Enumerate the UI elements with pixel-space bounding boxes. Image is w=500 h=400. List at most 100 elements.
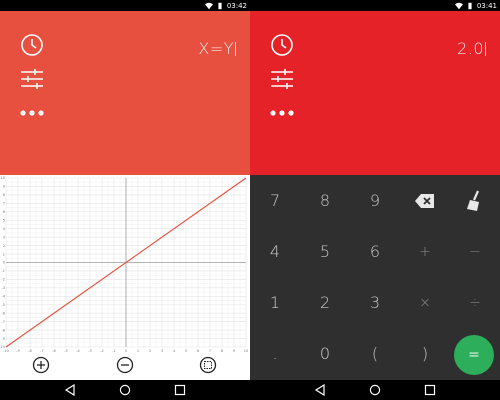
graph-area[interactable]: -10 -9 -8 -7 -6 -5 -4 -3 -2 -1 0 1 2 3 4 5 6 7 8 9 10 10 9 8 7 6 5… (0, 175, 250, 380)
x-tick-label: -4 (76, 349, 80, 353)
broom-icon (467, 190, 480, 211)
y-tick-label: 9 (3, 185, 5, 189)
text-cursor (235, 42, 236, 56)
x-tick-label: 1 (137, 349, 139, 353)
home-icon[interactable] (369, 384, 381, 396)
clock-icon[interactable] (270, 33, 294, 57)
wifi-icon (204, 2, 213, 9)
x-tick-label: 2 (149, 349, 151, 353)
expression-display[interactable]: 2.0 (457, 39, 486, 58)
x-tick-label: 9 (233, 349, 235, 353)
y-tick-label: -1 (2, 269, 6, 273)
y-tick-label: -2 (2, 278, 6, 282)
home-icon[interactable] (119, 384, 131, 396)
status-bar: 03:42 (0, 0, 250, 11)
navigation-bar (0, 380, 250, 400)
keypad: 7 8 9 4 5 6 + − 1 2 3 × ÷ . 0 ( ) = (250, 175, 500, 380)
zoom-in-icon[interactable] (32, 356, 50, 374)
key-plus[interactable]: + (400, 226, 450, 277)
y-tick-label: -4 (2, 295, 6, 299)
expression-display[interactable]: X=Y (198, 39, 236, 58)
y-tick-label: 5 (3, 218, 5, 222)
calculator-pane: 03:41 2.0 7 8 9 4 5 6 + − 1 2 3 × ÷ . 0 … (250, 0, 500, 400)
recents-icon[interactable] (174, 384, 186, 396)
battery-icon (218, 2, 222, 9)
y-tick-label: -5 (2, 303, 6, 307)
key-minus[interactable]: − (450, 226, 500, 277)
status-bar: 03:41 (250, 0, 500, 11)
display-panel: 2.0 (250, 11, 500, 175)
x-tick-label: 6 (197, 349, 199, 353)
x-tick-label: 10 (244, 349, 248, 353)
status-time: 03:41 (476, 1, 497, 10)
wifi-icon (454, 2, 463, 9)
x-tick-label: 4 (173, 349, 176, 353)
key-7[interactable]: 7 (250, 175, 300, 226)
y-tick-label: 4 (3, 227, 6, 231)
text-cursor (485, 42, 486, 56)
key-2[interactable]: 2 (300, 277, 350, 328)
y-tick-label: 8 (3, 193, 5, 197)
fit-screen-icon[interactable] (199, 356, 217, 374)
x-tick-label: 3 (161, 349, 163, 353)
y-tick-label: -9 (2, 337, 6, 341)
x-tick-label: -5 (64, 349, 68, 353)
equals-button[interactable]: = (454, 335, 494, 375)
sliders-icon[interactable] (20, 67, 44, 91)
key-9[interactable]: 9 (350, 175, 400, 226)
y-tick-label: 10 (1, 176, 5, 180)
graph-plot[interactable]: -10 -9 -8 -7 -6 -5 -4 -3 -2 -1 0 1 2 3 4 5 6 7 8 9 101098765… (0, 175, 250, 380)
y-tick-label: 0 (3, 261, 5, 265)
key-divide[interactable]: ÷ (450, 277, 500, 328)
x-tick-label: -6 (52, 349, 56, 353)
expression-text: 2.0 (457, 39, 484, 58)
y-tick-label: 1 (3, 252, 5, 256)
clock-icon[interactable] (20, 33, 44, 57)
x-tick-label: 0 (125, 349, 127, 353)
key-0[interactable]: 0 (300, 328, 350, 379)
y-tick-label: -7 (2, 320, 6, 324)
key-5[interactable]: 5 (300, 226, 350, 277)
sliders-icon[interactable] (270, 67, 294, 91)
y-tick-label: 2 (3, 244, 5, 248)
x-tick-label: -1 (112, 349, 116, 353)
key-4[interactable]: 4 (250, 226, 300, 277)
display-panel: X=Y (0, 11, 250, 175)
clear-button[interactable] (450, 175, 500, 226)
key-1[interactable]: 1 (250, 277, 300, 328)
key-decimal[interactable]: . (250, 328, 300, 379)
key-close-paren[interactable]: ) (400, 328, 450, 379)
key-6[interactable]: 6 (350, 226, 400, 277)
recents-icon[interactable] (424, 384, 436, 396)
y-tick-label: -3 (2, 286, 6, 290)
x-tick-label: 8 (221, 349, 223, 353)
more-dots-icon[interactable] (20, 101, 44, 125)
x-tick-label: -8 (28, 349, 32, 353)
navigation-bar (250, 380, 500, 400)
x-tick-label: -7 (40, 349, 44, 353)
x-tick-label: -9 (16, 349, 20, 353)
x-tick-label: 7 (209, 349, 211, 353)
x-tick-label: -3 (88, 349, 92, 353)
key-3[interactable]: 3 (350, 277, 400, 328)
graph-calculator-pane: 03:42 X=Y -10 -9 -8 -7 -6 -5 -4 -3 -2 -1 0 1 2 3 4 5 6 7 8… (0, 0, 250, 400)
status-time: 03:42 (226, 1, 247, 10)
back-icon[interactable] (314, 384, 326, 396)
y-tick-label: -6 (2, 311, 6, 315)
more-dots-icon[interactable] (270, 101, 294, 125)
expression-text: X=Y (198, 39, 234, 58)
zoom-out-icon[interactable] (116, 356, 134, 374)
x-tick-label: -2 (100, 349, 104, 353)
x-tick-label: -10 (3, 349, 9, 353)
battery-icon (468, 2, 472, 9)
key-multiply[interactable]: × (400, 277, 450, 328)
x-tick-label: 5 (185, 349, 187, 353)
backspace-icon (415, 193, 434, 208)
key-open-paren[interactable]: ( (350, 328, 400, 379)
back-icon[interactable] (64, 384, 76, 396)
y-tick-label: -10 (0, 345, 5, 349)
key-8[interactable]: 8 (300, 175, 350, 226)
y-tick-label: 3 (3, 235, 5, 239)
backspace-button[interactable] (400, 175, 450, 226)
y-tick-label: -8 (2, 328, 6, 332)
